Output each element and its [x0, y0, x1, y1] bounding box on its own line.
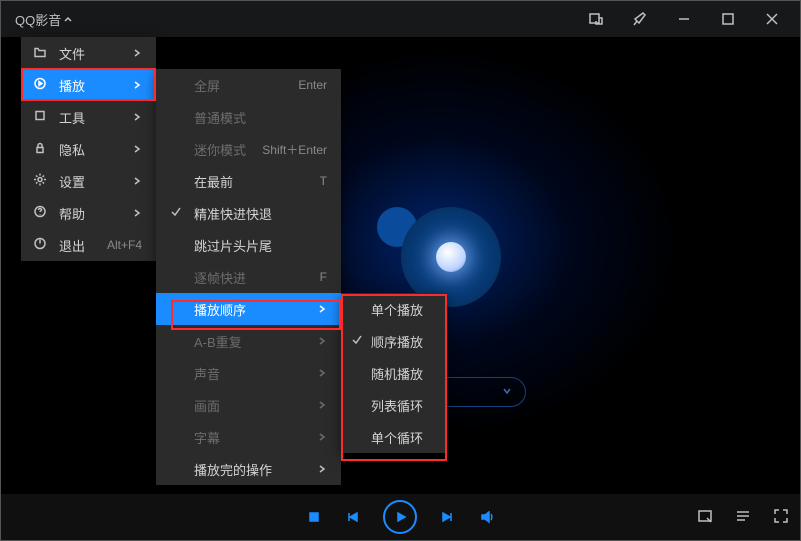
submenu-subtitle[interactable]: 字幕: [156, 421, 341, 453]
menu-item-shortcut: Alt+F4: [107, 238, 142, 252]
order-list-loop[interactable]: 列表循环: [341, 389, 446, 421]
gear-icon: [33, 173, 47, 190]
pin-button[interactable]: [618, 1, 662, 37]
menu-item-label: 单个播放: [371, 300, 423, 319]
menu-item-label: 退出: [59, 236, 85, 255]
chevron-right-icon: [132, 110, 142, 125]
compact-mode-button[interactable]: [574, 1, 618, 37]
chevron-right-icon: [132, 78, 142, 93]
playlist-button[interactable]: [734, 507, 752, 528]
chevron-right-icon: [317, 398, 327, 413]
submenu-video[interactable]: 画面: [156, 389, 341, 421]
maximize-button[interactable]: [706, 1, 750, 37]
menu-item-label: 单个循环: [371, 428, 423, 447]
menu-item-label: 帮助: [59, 204, 85, 223]
menu-item-shortcut: F: [320, 270, 327, 284]
menu-item-label: 随机播放: [371, 364, 423, 383]
submenu-ab-repeat[interactable]: A-B重复: [156, 325, 341, 357]
menu-item-label: 逐帧快进: [194, 268, 246, 287]
menu-play[interactable]: 播放: [21, 69, 156, 101]
menu-item-label: 精准快进快退: [194, 204, 272, 223]
menu-item-shortcut: Enter: [298, 78, 327, 92]
order-single[interactable]: 单个播放: [341, 293, 446, 325]
chevron-down-icon: [501, 385, 513, 400]
menu-item-label: 画面: [194, 396, 220, 415]
menu-item-label: 工具: [59, 108, 85, 127]
chevron-right-icon: [317, 302, 327, 317]
menu-item-shortcut: T: [320, 174, 327, 188]
order-random[interactable]: 随机播放: [341, 357, 446, 389]
menu-privacy[interactable]: 隐私: [21, 133, 156, 165]
menu-help[interactable]: 帮助: [21, 197, 156, 229]
menu-item-label: 播放完的操作: [194, 460, 272, 479]
menu-item-label: 隐私: [59, 140, 85, 159]
submenu-audio[interactable]: 声音: [156, 357, 341, 389]
play-circle-icon: [33, 77, 47, 94]
menu-item-label: 迷你模式: [194, 140, 246, 159]
order-single-loop[interactable]: 单个循环: [341, 421, 446, 453]
chevron-right-icon: [317, 430, 327, 445]
check-icon: [170, 206, 182, 221]
help-icon: [33, 205, 47, 222]
menu-item-label: 字幕: [194, 428, 220, 447]
menu-item-shortcut: Shift＋Enter: [262, 141, 327, 158]
player-controls: [1, 494, 800, 540]
previous-button[interactable]: [345, 510, 359, 524]
chevron-right-icon: [317, 366, 327, 381]
menu-item-label: 顺序播放: [371, 332, 423, 351]
menu-item-label: 跳过片头片尾: [194, 236, 272, 255]
submenu-normal-mode[interactable]: 普通模式: [156, 101, 341, 133]
menu-item-label: 普通模式: [194, 108, 246, 127]
menu-item-label: 播放顺序: [194, 300, 246, 319]
check-icon: [351, 334, 363, 349]
submenu-precise-seek[interactable]: 精准快进快退: [156, 197, 341, 229]
close-button[interactable]: [750, 1, 794, 37]
folder-icon: [33, 45, 47, 62]
next-button[interactable]: [441, 510, 455, 524]
chevron-up-icon: [63, 12, 73, 27]
chevron-right-icon: [132, 174, 142, 189]
chevron-right-icon: [317, 462, 327, 477]
chevron-right-icon: [132, 142, 142, 157]
submenu-always-on-top[interactable]: 在最前 T: [156, 165, 341, 197]
volume-button[interactable]: [479, 509, 495, 525]
submenu-after-play[interactable]: 播放完的操作: [156, 453, 341, 485]
minimize-button[interactable]: [662, 1, 706, 37]
menu-item-label: 文件: [59, 44, 85, 63]
submenu-mini-mode[interactable]: 迷你模式 Shift＋Enter: [156, 133, 341, 165]
lock-icon: [33, 141, 47, 158]
submenu-play-order[interactable]: 播放顺序: [156, 293, 341, 325]
tools-icon: [33, 109, 47, 126]
menu-item-label: 全屏: [194, 76, 220, 95]
chevron-right-icon: [317, 334, 327, 349]
fullscreen-button[interactable]: [772, 507, 790, 528]
app-title-text: QQ影音: [15, 10, 61, 29]
menu-item-label: 列表循环: [371, 396, 423, 415]
menu-item-label: 声音: [194, 364, 220, 383]
play-submenu: 全屏 Enter 普通模式 迷你模式 Shift＋Enter 在最前 T 精准快…: [156, 69, 341, 485]
menu-item-label: 在最前: [194, 172, 233, 191]
order-sequential[interactable]: 顺序播放: [341, 325, 446, 357]
power-icon: [33, 237, 47, 254]
menu-exit[interactable]: 退出 Alt+F4: [21, 229, 156, 261]
menu-settings[interactable]: 设置: [21, 165, 156, 197]
menu-item-label: 设置: [59, 172, 85, 191]
chevron-right-icon: [132, 206, 142, 221]
play-button[interactable]: [383, 500, 417, 534]
play-order-submenu: 单个播放 顺序播放 随机播放 列表循环 单个循环: [341, 293, 446, 453]
app-title[interactable]: QQ影音: [15, 10, 73, 29]
submenu-fullscreen[interactable]: 全屏 Enter: [156, 69, 341, 101]
menu-file[interactable]: 文件: [21, 37, 156, 69]
open-button[interactable]: [696, 507, 714, 528]
submenu-skip-intro[interactable]: 跳过片头片尾: [156, 229, 341, 261]
submenu-frame-step[interactable]: 逐帧快进 F: [156, 261, 341, 293]
film-reel-icon: [401, 207, 501, 307]
menu-item-label: 播放: [59, 76, 85, 95]
stop-button[interactable]: [307, 510, 321, 524]
chevron-right-icon: [132, 46, 142, 61]
menu-item-label: A-B重复: [194, 332, 242, 351]
main-menu: 文件 播放 工具 隐私 设置 帮助 退出 Alt+F4: [21, 37, 156, 261]
menu-tools[interactable]: 工具: [21, 101, 156, 133]
